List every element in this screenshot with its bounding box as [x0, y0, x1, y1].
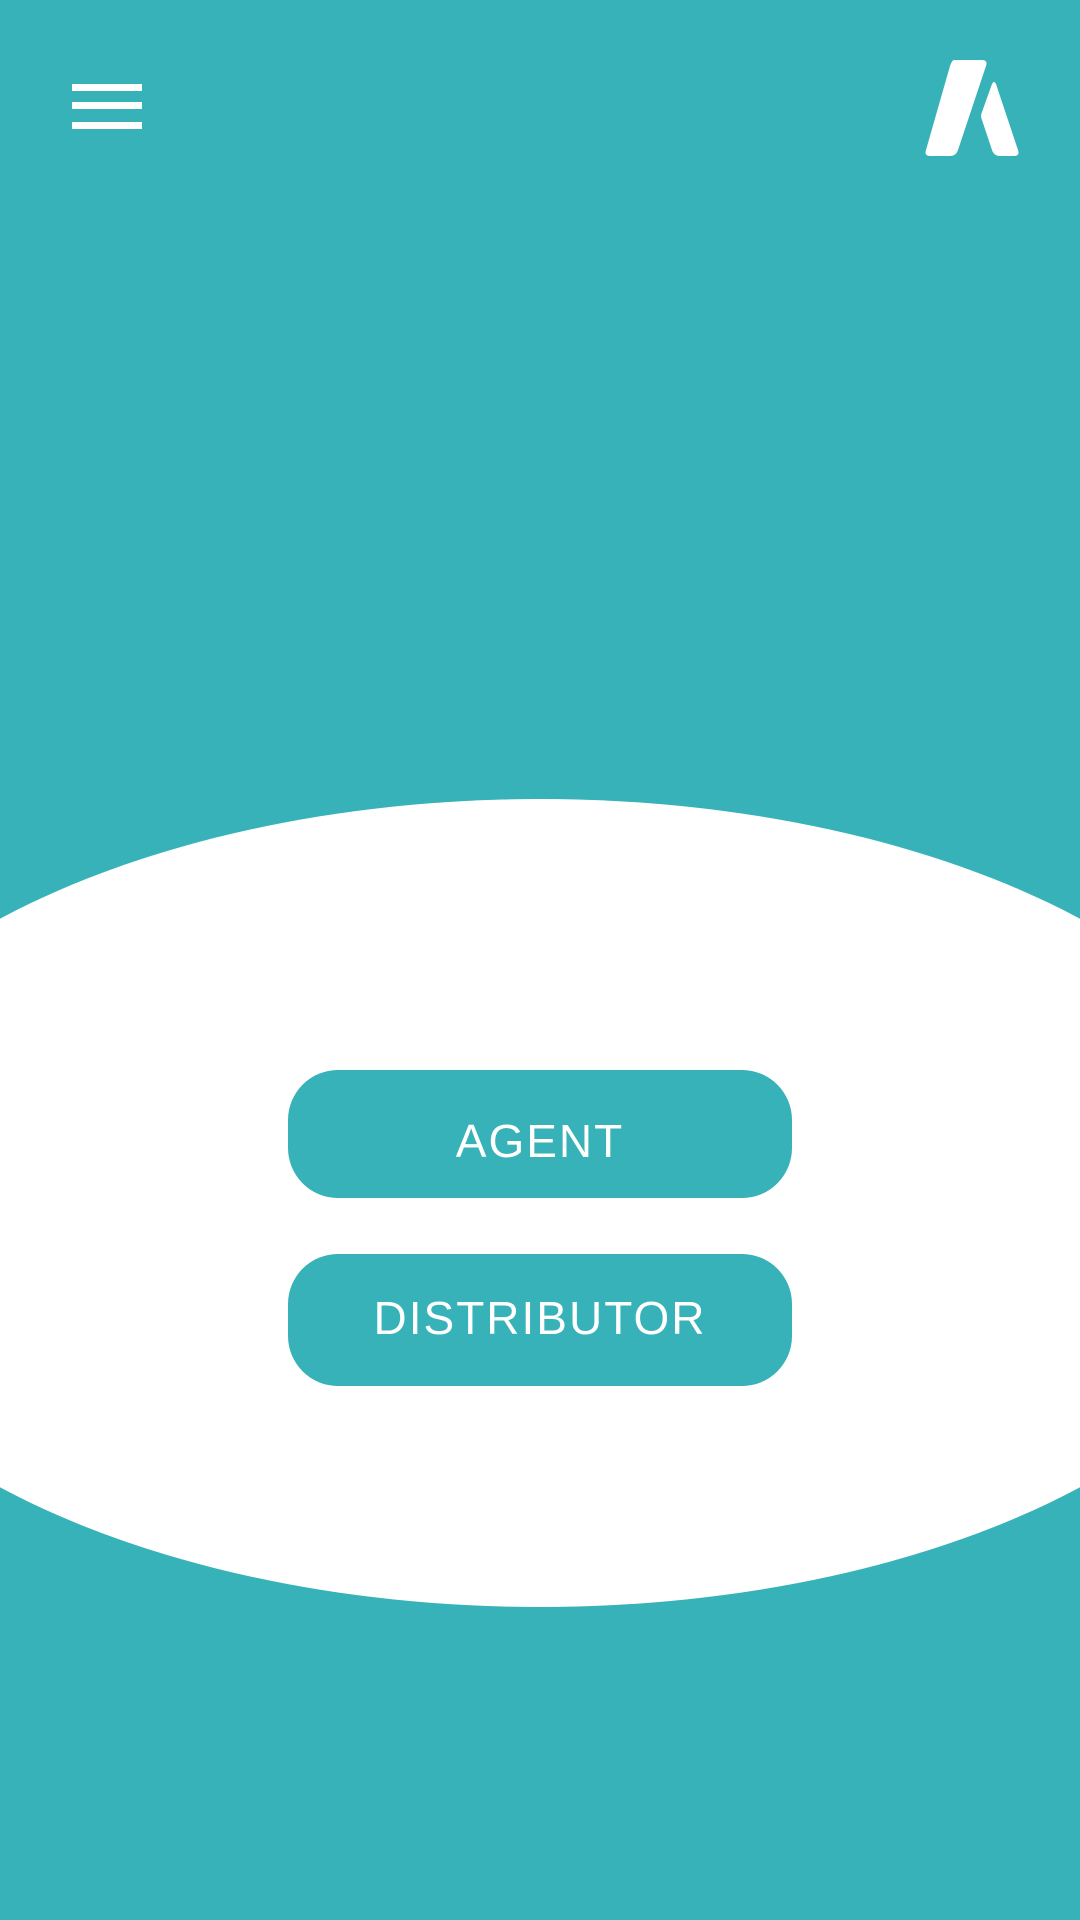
menu-bar-middle [72, 102, 142, 109]
menu-bar-bottom [72, 122, 142, 129]
app-screen: AGENT DISTRIBUTOR [0, 0, 1080, 1920]
distributor-button[interactable]: DISTRIBUTOR [288, 1254, 792, 1386]
menu-bar-top [72, 84, 142, 91]
role-selection-panel [0, 799, 1080, 1607]
hamburger-menu-icon[interactable] [70, 82, 144, 132]
agent-button[interactable]: AGENT [288, 1070, 792, 1198]
brand-logo-icon [922, 58, 1022, 160]
